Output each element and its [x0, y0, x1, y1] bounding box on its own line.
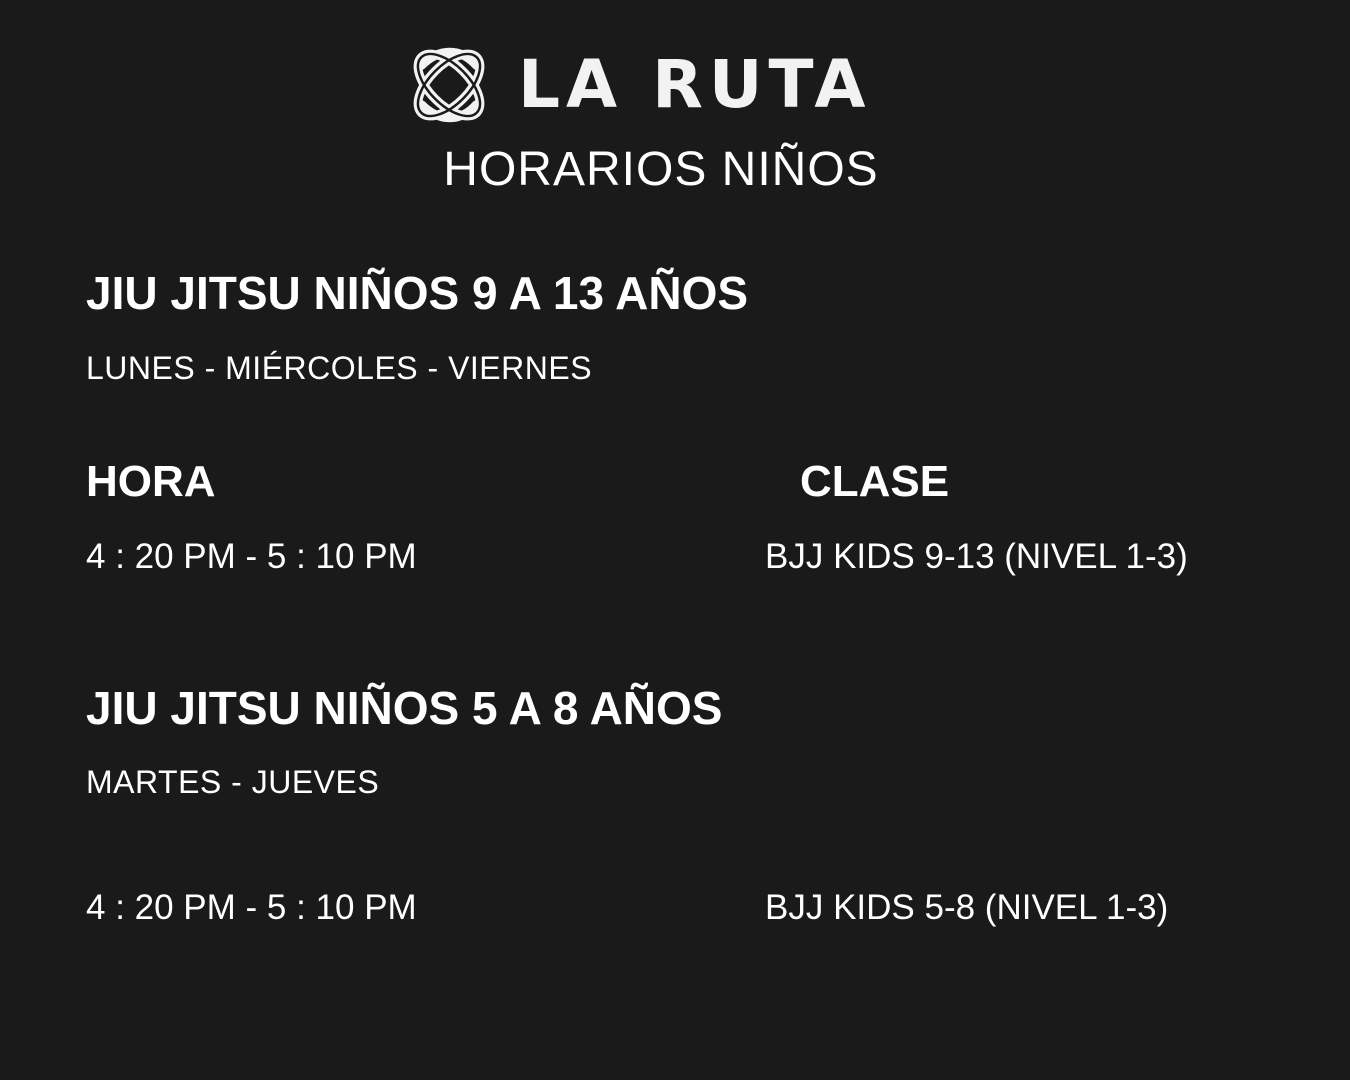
schedule-class-5-8: BJJ KIDS 5-8 (NIVEL 1-3)	[765, 888, 1169, 927]
interlocking-loops-icon	[413, 47, 485, 123]
section-days-9-13: LUNES - MIÉRCOLES - VIERNES	[86, 350, 593, 386]
section-title-5-8: JIU JITSU NIÑOS 5 A 8 AÑOS	[86, 682, 723, 734]
brand-name: LA RUTA	[518, 46, 872, 123]
page-title: HORARIOS NIÑOS	[443, 143, 879, 196]
column-header-class: CLASE	[800, 457, 950, 506]
schedule-time-5-8: 4 : 20 PM - 5 : 10 PM	[86, 888, 417, 927]
section-title-9-13: JIU JITSU NIÑOS 9 A 13 AÑOS	[86, 267, 749, 319]
brand-logo: LA RUTA	[400, 36, 910, 134]
schedule-time-9-13: 4 : 20 PM - 5 : 10 PM	[86, 537, 417, 576]
column-header-time: HORA	[86, 457, 216, 506]
schedule-class-9-13: BJJ KIDS 9-13 (NIVEL 1-3)	[765, 537, 1188, 576]
section-days-5-8: MARTES - JUEVES	[86, 764, 380, 800]
